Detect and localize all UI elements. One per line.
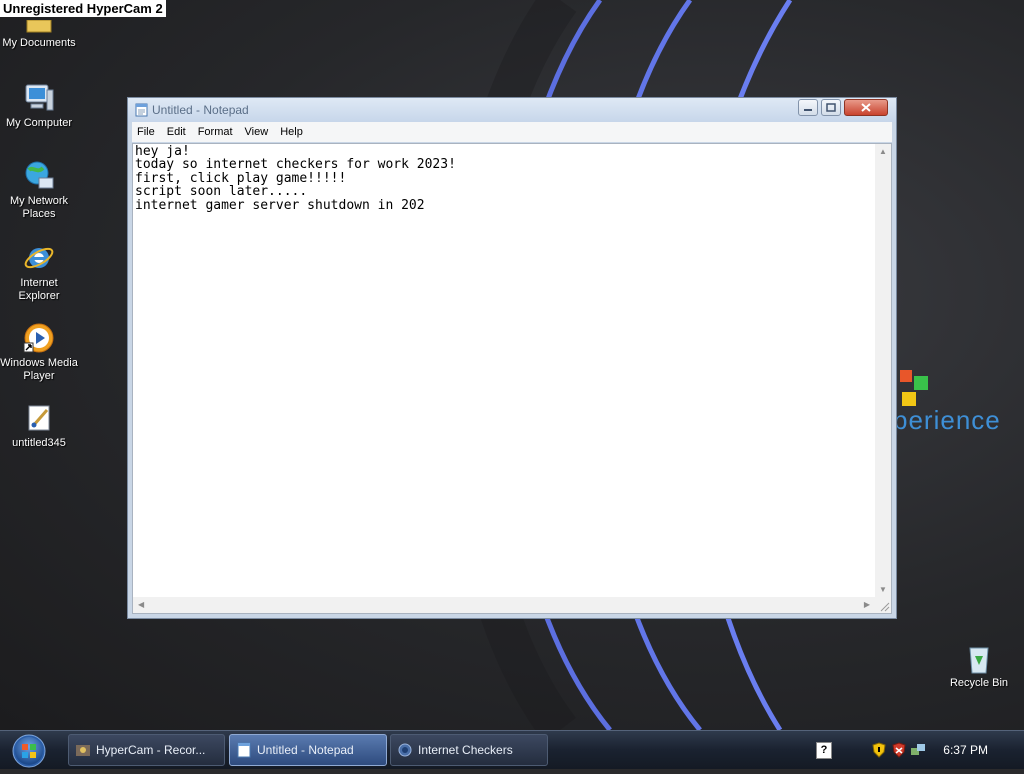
desktop: perience Unregistered HyperCam 2 My Docu… xyxy=(0,0,1024,730)
scroll-down-arrow-icon[interactable]: ▼ xyxy=(879,585,887,594)
desktop-icon-internet-explorer[interactable]: Internet Explorer xyxy=(0,242,78,303)
computer-icon xyxy=(0,82,78,114)
taskbar-item-label: Untitled - Notepad xyxy=(257,743,354,757)
desktop-icon-label-line2: Player xyxy=(23,370,55,382)
help-tray-icon[interactable]: ? xyxy=(816,742,832,759)
desktop-icon-label: My Computer xyxy=(5,117,73,129)
desktop-icon-label-line2: Explorer xyxy=(18,290,60,302)
desktop-icon-recycle-bin[interactable]: Recycle Bin xyxy=(940,644,1018,690)
desktop-icon-label-line2: Places xyxy=(22,208,56,220)
menu-bar: File Edit Format View Help xyxy=(132,122,892,142)
desktop-icon-my-documents[interactable]: My Documents xyxy=(0,20,78,50)
start-button[interactable] xyxy=(10,733,48,769)
system-tray: ? 6:37 PM xyxy=(808,731,1024,769)
maximize-button[interactable] xyxy=(821,99,841,116)
checkers-icon xyxy=(398,743,412,757)
windows-start-orb-icon xyxy=(12,734,46,768)
hypercam-icon xyxy=(76,745,90,756)
menu-view[interactable]: View xyxy=(240,126,276,138)
wallpaper-brand-text: perience xyxy=(893,405,1001,435)
taskbar-item-internet-checkers[interactable]: Internet Checkers xyxy=(390,734,548,766)
recording-watermark: Unregistered HyperCam 2 xyxy=(0,0,166,17)
close-icon xyxy=(861,103,871,112)
desktop-icon-label: Recycle Bin xyxy=(949,677,1009,689)
network-tray-icon[interactable] xyxy=(910,742,926,758)
scroll-left-arrow-icon[interactable]: ◀ xyxy=(138,600,144,609)
horizontal-scrollbar[interactable]: ◀ ▶ xyxy=(133,597,875,613)
minimize-button[interactable] xyxy=(798,99,818,116)
menu-file[interactable]: File xyxy=(132,126,162,138)
menu-edit[interactable]: Edit xyxy=(162,126,193,138)
desktop-icon-label: untitled345 xyxy=(12,437,66,449)
menu-format[interactable]: Format xyxy=(193,126,240,138)
title-bar[interactable]: Untitled - Notepad xyxy=(128,98,896,122)
notepad-icon xyxy=(237,742,251,758)
menu-help[interactable]: Help xyxy=(275,126,310,138)
taskbar-item-label: Internet Checkers xyxy=(418,743,513,757)
help-tray-glyph: ? xyxy=(820,744,828,756)
taskbar: HyperCam - Recor... Untitled - Notepad I… xyxy=(0,730,1024,769)
desktop-icon-untitled345[interactable]: untitled345 xyxy=(0,402,78,450)
scroll-up-arrow-icon[interactable]: ▲ xyxy=(879,147,887,156)
minimize-icon xyxy=(804,109,812,111)
close-button[interactable] xyxy=(844,99,888,116)
shield-alert-icon[interactable] xyxy=(892,742,906,758)
recycle-bin-icon xyxy=(940,644,1018,674)
restore-icon xyxy=(826,103,836,112)
desktop-icon-my-network-places[interactable]: My Network Places xyxy=(0,160,78,221)
security-shield-icon[interactable] xyxy=(872,742,886,758)
desktop-icon-my-computer[interactable]: My Computer xyxy=(0,82,78,130)
folder-icon xyxy=(0,20,78,34)
window-title: Untitled - Notepad xyxy=(152,103,249,117)
network-icon xyxy=(0,160,78,192)
desktop-icon-label: Internet xyxy=(20,277,58,289)
desktop-icon-label: Windows Media xyxy=(0,357,78,369)
clock[interactable]: 6:37 PM xyxy=(943,743,988,757)
desktop-icon-label: My Documents xyxy=(2,37,76,49)
taskbar-item-hypercam[interactable]: HyperCam - Recor... xyxy=(68,734,225,766)
internet-explorer-icon xyxy=(0,242,78,274)
text-editor-area[interactable]: hey ja! today so internet checkers for w… xyxy=(132,143,892,614)
media-player-icon xyxy=(0,322,78,354)
notepad-icon xyxy=(135,103,149,122)
desktop-icon-label: My Network xyxy=(9,195,69,207)
vertical-scrollbar[interactable]: ▲ ▼ xyxy=(875,144,891,597)
resize-grip-icon[interactable] xyxy=(875,597,891,613)
notepad-window[interactable]: Untitled - Notepad File Edit Format View… xyxy=(127,97,897,619)
taskbar-item-label: HyperCam - Recor... xyxy=(96,743,206,757)
desktop-icon-windows-media-player[interactable]: Windows Media Player xyxy=(0,322,78,383)
scroll-right-arrow-icon[interactable]: ▶ xyxy=(864,600,870,609)
taskbar-item-notepad[interactable]: Untitled - Notepad xyxy=(229,734,387,766)
paint-file-icon xyxy=(0,402,78,434)
document-text[interactable]: hey ja! today so internet checkers for w… xyxy=(135,145,874,596)
